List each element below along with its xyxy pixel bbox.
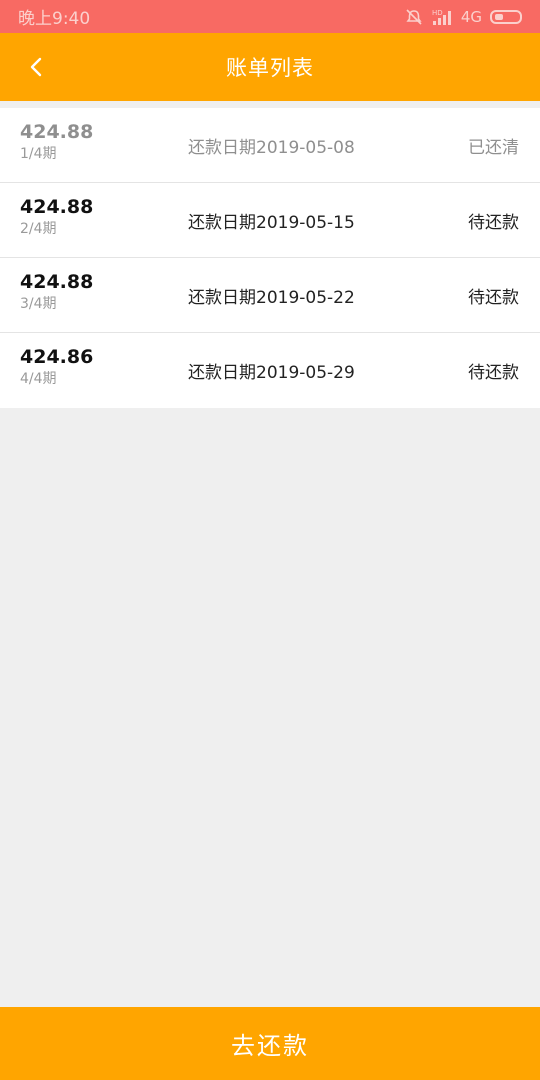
bill-row-4[interactable]: 424.86 4/4期 还款日期2019-05-29 待还款 — [0, 333, 540, 408]
bill-amount: 424.88 — [20, 196, 94, 218]
bill-row-3[interactable]: 424.88 3/4期 还款日期2019-05-22 待还款 — [0, 258, 540, 333]
chevron-left-icon — [30, 57, 42, 77]
bill-due-date: 还款日期2019-05-22 — [188, 288, 355, 308]
bill-amount-block: 424.88 2/4期 — [20, 195, 93, 239]
bill-due-date: 还款日期2019-05-15 — [188, 213, 355, 233]
header-divider — [0, 101, 540, 108]
bill-row-1[interactable]: 424.88 1/4期 还款日期2019-05-08 已还清 — [0, 108, 540, 183]
bill-row-2[interactable]: 424.88 2/4期 还款日期2019-05-15 待还款 — [0, 183, 540, 258]
bill-period: 1/4期 — [20, 146, 57, 162]
back-button[interactable] — [16, 47, 56, 87]
bill-status: 待还款 — [468, 213, 519, 233]
bill-period: 4/4期 — [20, 371, 57, 387]
bill-status: 待还款 — [468, 288, 519, 308]
battery-icon — [490, 9, 522, 24]
bill-amount-block: 424.86 4/4期 — [20, 345, 93, 389]
status-icons: HD 4G — [405, 8, 522, 26]
app-header: 账单列表 — [0, 33, 540, 101]
bill-amount-block: 424.88 1/4期 — [20, 120, 93, 164]
bill-amount: 424.88 — [20, 271, 94, 293]
bill-period: 2/4期 — [20, 221, 57, 237]
bill-due-date: 还款日期2019-05-08 — [188, 138, 355, 158]
alarm-off-icon — [405, 8, 423, 26]
bill-status: 待还款 — [468, 363, 519, 383]
page-title: 账单列表 — [226, 56, 314, 80]
bill-status: 已还清 — [468, 138, 519, 158]
bill-period: 3/4期 — [20, 296, 57, 312]
bill-amount: 424.86 — [20, 346, 94, 368]
repay-button[interactable]: 去还款 — [0, 1007, 540, 1080]
bill-list: 424.88 1/4期 还款日期2019-05-08 已还清 424.88 2/… — [0, 108, 540, 408]
network-label: 4G — [460, 7, 482, 26]
hd-label: HD — [432, 9, 443, 17]
bill-amount-block: 424.88 3/4期 — [20, 270, 93, 314]
status-time: 晚上9:40 — [18, 9, 91, 29]
bill-amount: 424.88 — [20, 121, 94, 143]
bill-due-date: 还款日期2019-05-29 — [188, 363, 355, 383]
status-bar: 晚上9:40 HD 4G — [0, 0, 540, 33]
signal-icon: HD — [431, 8, 453, 26]
